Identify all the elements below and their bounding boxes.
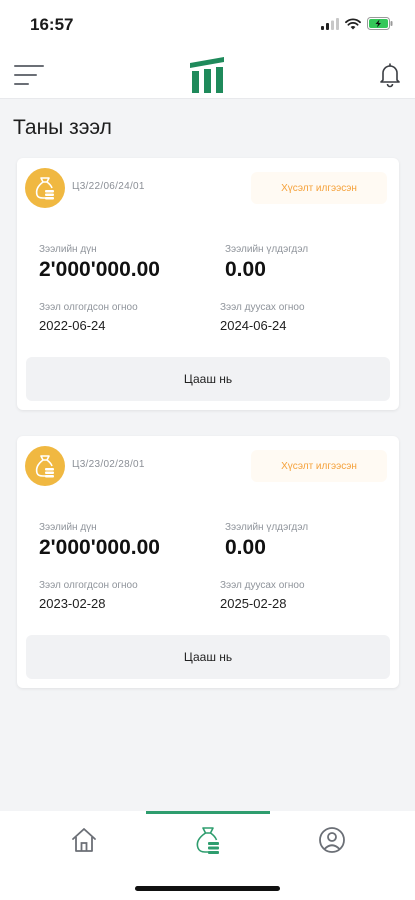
app-logo-icon [190,57,224,93]
balance-value: 0.00 [225,536,266,559]
money-bag-icon[interactable] [193,825,223,855]
details-button[interactable]: Цааш нь [26,635,390,679]
balance-value: 0.00 [225,258,266,281]
status-time: 16:57 [30,15,74,34]
end-date-label: Зээл дуусах огноо [220,580,305,591]
amount-value: 2'000'000.00 [39,258,160,281]
end-date-value: 2024-06-24 [220,318,287,333]
profile-icon[interactable] [317,825,347,855]
status-badge: Хүсэлт илгээсэн [251,450,387,482]
status-badge: Хүсэлт илгээсэн [251,172,387,204]
status-icons [321,17,393,30]
notification-bell-icon[interactable] [377,62,403,88]
loan-card: Ц3/22/06/24/01 Хүсэлт илгээсэн Зээлийн д… [17,158,399,410]
loan-code: Ц3/23/02/28/01 [72,459,145,470]
amount-value: 2'000'000.00 [39,536,160,559]
end-date-value: 2025-02-28 [220,596,287,611]
active-tab-indicator [146,811,270,814]
issued-date-label: Зээл олгогдсон огноо [39,302,138,313]
money-bag-icon [25,446,65,486]
issued-date-value: 2023-02-28 [39,596,106,611]
wifi-icon [345,17,361,29]
home-indicator [135,886,280,891]
app-header [0,52,415,99]
loan-card: Ц3/23/02/28/01 Хүсэлт илгээсэн Зээлийн д… [17,436,399,688]
balance-label: Зээлийн үлдэгдэл [225,522,309,533]
details-button[interactable]: Цааш нь [26,357,390,401]
status-bar: 16:57 [0,0,415,52]
end-date-label: Зээл дуусах огноо [220,302,305,313]
battery-charging-icon [367,17,393,30]
amount-label: Зээлийн дүн [39,244,97,255]
amount-label: Зээлийн дүн [39,522,97,533]
issued-date-value: 2022-06-24 [39,318,106,333]
signal-icon [321,17,339,30]
issued-date-label: Зээл олгогдсон огноо [39,580,138,591]
page-title: Таны зээл [13,116,112,139]
home-icon[interactable] [69,825,99,855]
money-bag-icon [25,168,65,208]
loan-code: Ц3/22/06/24/01 [72,181,145,192]
menu-icon[interactable] [14,62,44,88]
balance-label: Зээлийн үлдэгдэл [225,244,309,255]
